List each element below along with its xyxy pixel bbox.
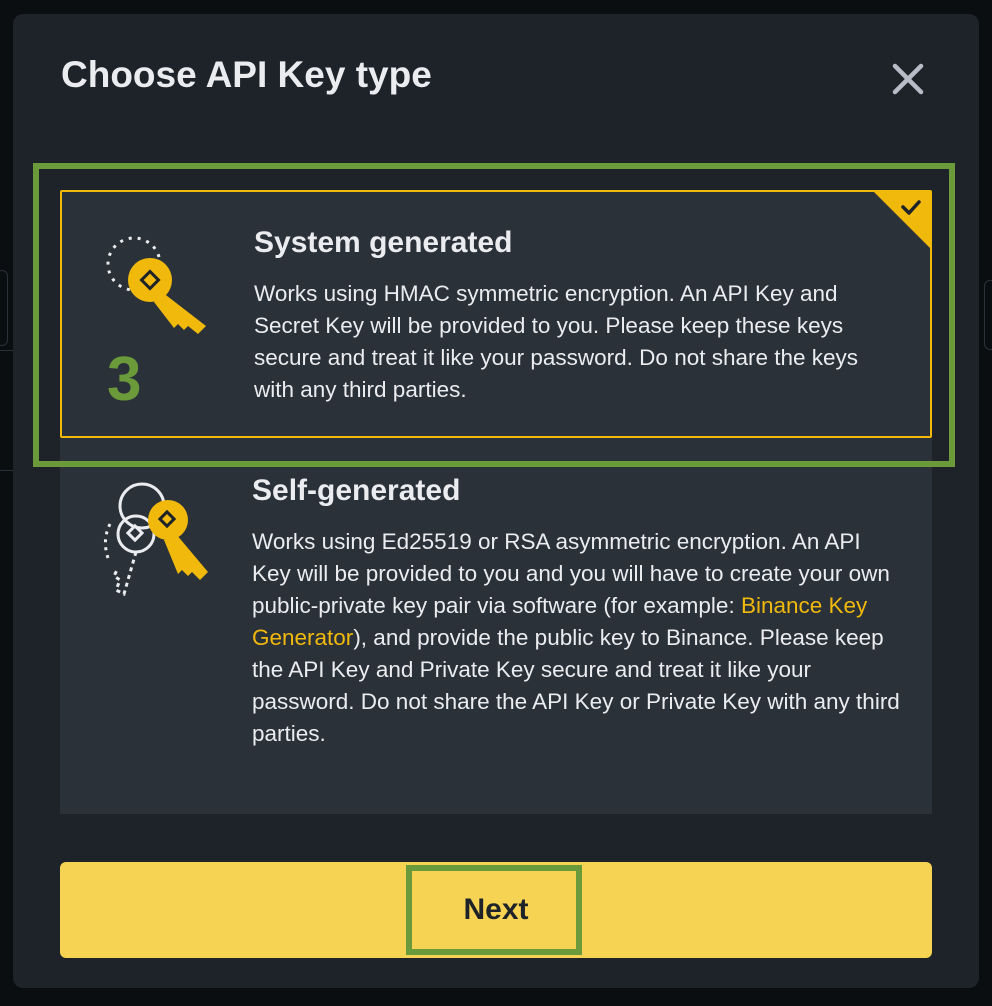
background-divider (0, 470, 14, 471)
option-system-generated[interactable]: 3 System generated Works using HMAC symm… (60, 190, 932, 438)
background-panel (0, 270, 8, 346)
key-pair-icon (103, 482, 208, 597)
option-description: Works using Ed25519 or RSA asymmetric en… (252, 526, 902, 750)
selected-check-icon (873, 191, 931, 249)
option-title: Self-generated (252, 474, 461, 507)
background-divider (0, 350, 14, 351)
option-description: Works using HMAC symmetric encryption. A… (254, 281, 859, 402)
key-icon (106, 236, 206, 334)
api-key-type-dialog: Choose API Key type 3 System generated W… (13, 14, 979, 988)
option-title: System generated (254, 226, 513, 259)
dialog-title: Choose API Key type (61, 54, 432, 95)
next-button-label: Next (463, 893, 529, 926)
close-icon (892, 63, 924, 95)
next-button[interactable]: Next (60, 862, 932, 958)
close-button[interactable] (887, 58, 929, 100)
step-number-label: 3 (107, 345, 142, 414)
option-self-generated[interactable]: Self-generated Works using Ed25519 or RS… (60, 438, 932, 814)
background-panel (984, 280, 992, 350)
